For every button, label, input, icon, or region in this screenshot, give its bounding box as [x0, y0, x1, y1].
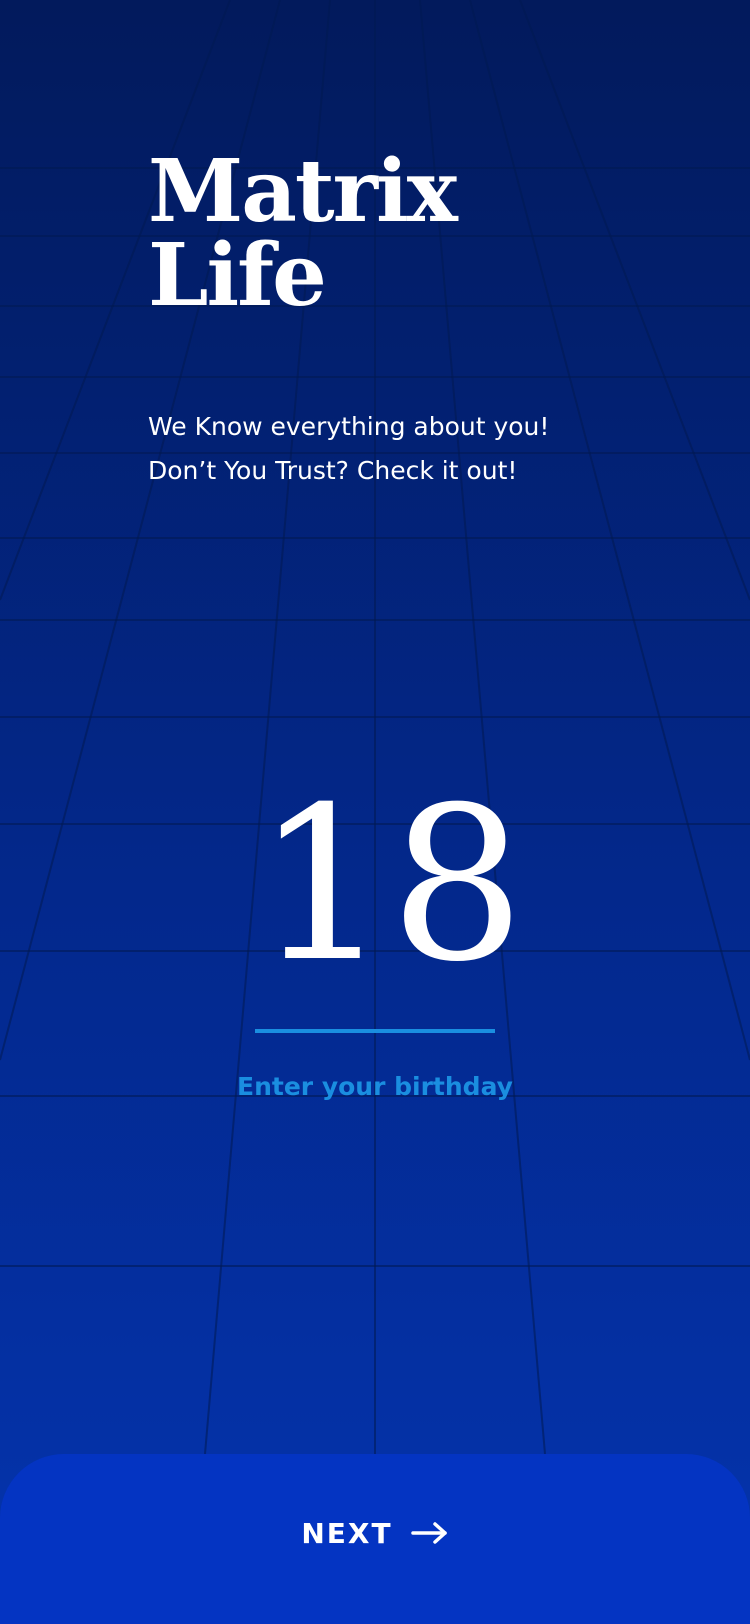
birthday-input[interactable]: 18 — [255, 770, 525, 1034]
intro-text: We Know everything about you! Don’t You … — [148, 405, 708, 493]
birthday-input-underline — [255, 1029, 495, 1033]
app-title-line-1: Matrix — [148, 141, 458, 242]
intro-line-1: We Know everything about you! — [148, 412, 550, 441]
birthday-value[interactable]: 18 — [255, 770, 525, 1000]
next-button[interactable]: NEXT — [0, 1454, 750, 1624]
next-button-label[interactable]: NEXT — [301, 1517, 392, 1550]
next-button-content[interactable]: NEXT — [301, 1517, 448, 1550]
birthday-hint: Enter your birthday — [237, 1072, 513, 1101]
app-title-line-2: Life — [148, 225, 327, 326]
arrow-right-icon[interactable] — [410, 1521, 449, 1545]
intro-line-2: Don’t You Trust? Check it out! — [148, 456, 518, 485]
app-title: Matrix Life — [148, 141, 458, 326]
